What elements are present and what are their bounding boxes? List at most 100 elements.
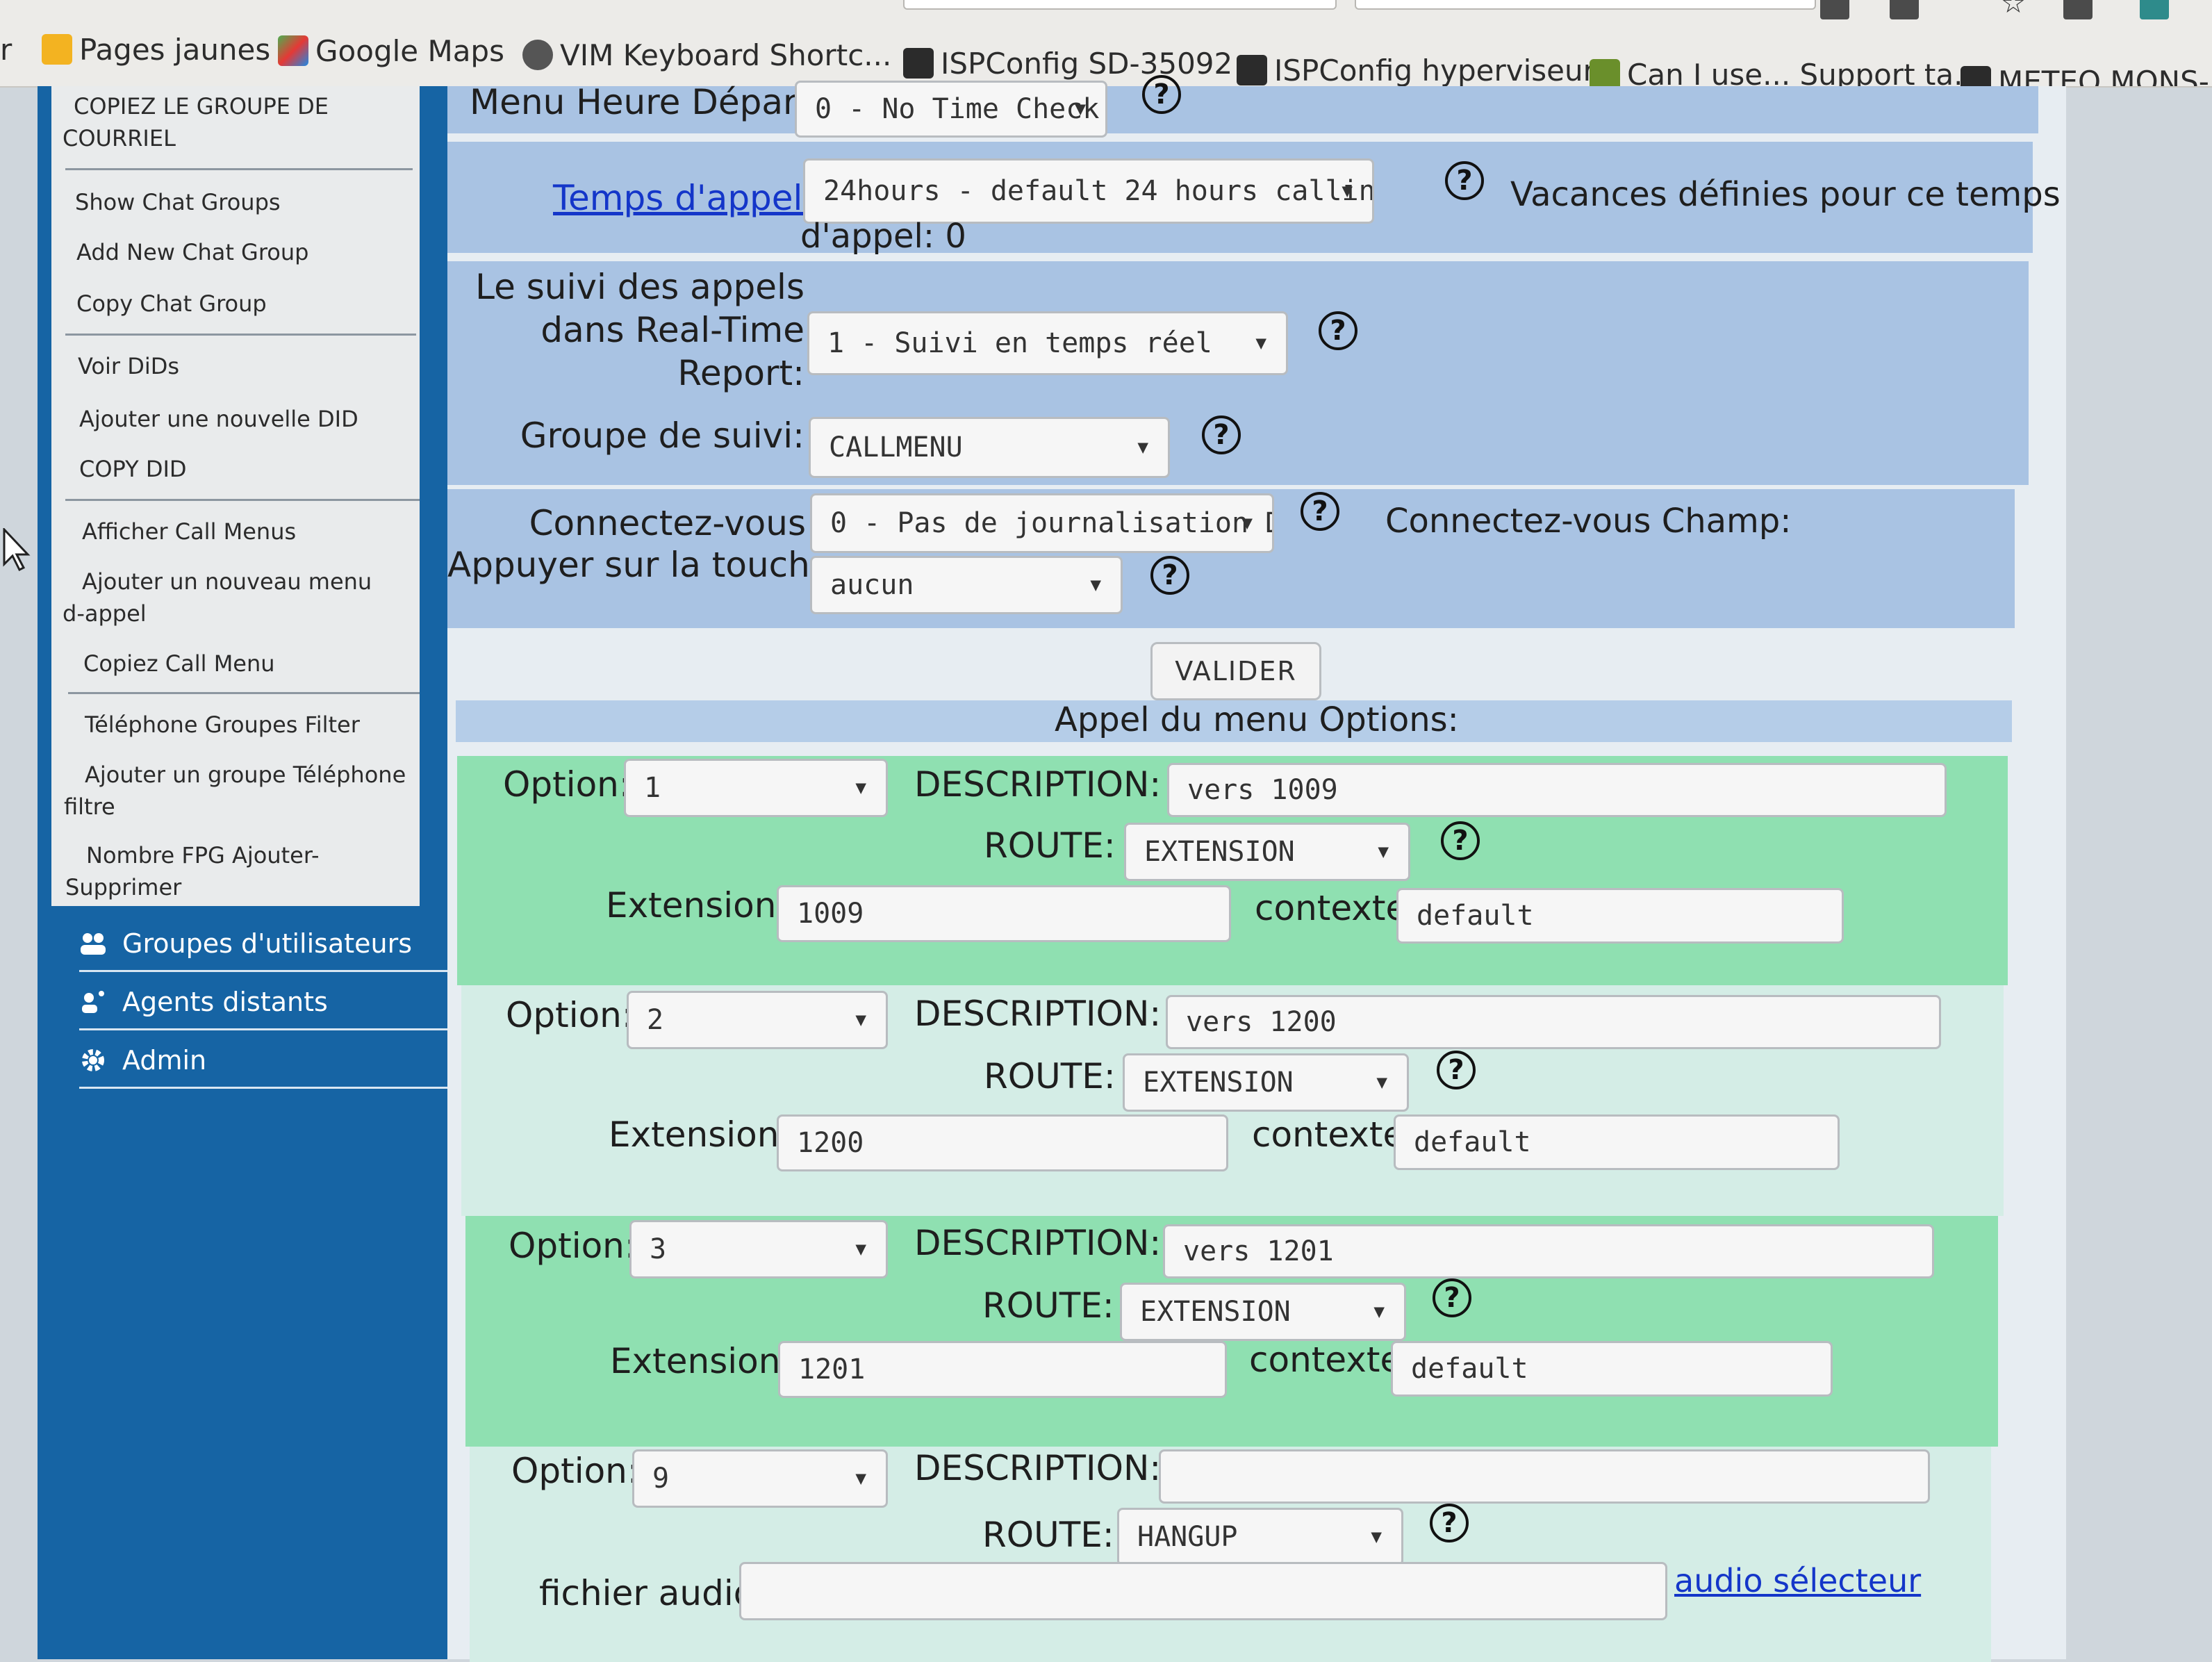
help-icon[interactable]: ? <box>1202 416 1241 454</box>
help-icon[interactable]: ? <box>1430 1504 1469 1542</box>
extension-input[interactable]: 1009 <box>777 885 1231 942</box>
help-icon[interactable]: ? <box>1445 161 1484 200</box>
mouse-cursor-icon <box>3 528 31 572</box>
sidebar-item-copy-did[interactable]: COPY DID <box>79 453 187 485</box>
bookmark-meteo[interactable]: METEO MONS-E <box>1961 57 2212 86</box>
help-icon[interactable]: ? <box>1301 492 1339 531</box>
help-icon[interactable]: ? <box>1142 75 1181 114</box>
gear-icon <box>79 1046 107 1074</box>
sidebar-item-view-dids[interactable]: Voir DiDs <box>78 350 179 382</box>
option-select[interactable]: 2 ▼ <box>627 991 888 1049</box>
route-select[interactable]: EXTENSION ▼ <box>1123 1053 1409 1112</box>
context-input[interactable]: default <box>1394 1114 1840 1170</box>
extension-input[interactable]: 1200 <box>777 1114 1228 1171</box>
context-label: contexte: <box>1249 1340 1414 1380</box>
chevron-down-icon: ▼ <box>855 1239 866 1260</box>
description-input[interactable]: vers 1009 <box>1167 763 1947 817</box>
chevron-down-icon: ▼ <box>1376 1072 1387 1093</box>
log-dtmf-select[interactable]: 0 - Pas de journalisation DTMF ▼ <box>810 493 1274 553</box>
route-select[interactable]: HANGUP ▼ <box>1117 1508 1403 1566</box>
tab-strip-fragment <box>903 0 1337 10</box>
option-select[interactable]: 1 ▼ <box>624 759 888 817</box>
option-select[interactable]: 9 ▼ <box>632 1449 888 1508</box>
extension-label: Extension: <box>606 885 789 925</box>
chevron-down-icon: ▼ <box>855 1010 866 1030</box>
bookmark-vim-shortcuts[interactable]: VIM Keyboard Shortc... <box>522 31 891 79</box>
context-label: contexte: <box>1252 1114 1417 1155</box>
help-icon[interactable]: ? <box>1441 821 1480 860</box>
sidebar-item-add-chat-group[interactable]: Add New Chat Group <box>76 236 308 268</box>
realtime-tracking-label: Le suivi des appels dans Real-Time Repor… <box>475 267 804 393</box>
context-input[interactable]: default <box>1391 1341 1833 1397</box>
sidebar-item-show-chat-groups[interactable]: Show Chat Groups <box>75 186 281 218</box>
help-icon[interactable]: ? <box>1437 1051 1476 1089</box>
nav-admin[interactable]: Admin <box>79 1039 206 1081</box>
nav-divider <box>79 1087 454 1089</box>
call-time-select[interactable]: 24hours - default 24 hours calling ▼ <box>803 158 1374 224</box>
context-label: contexte: <box>1255 888 1419 928</box>
realtime-tracking-select[interactable]: 1 - Suivi en temps réel ▼ <box>807 311 1288 375</box>
sidebar-item-copy-email-group[interactable]: COPIEZ LE GROUPE DE COURRIEL <box>63 90 329 154</box>
sidebar-item-phone-filter-groups[interactable]: Téléphone Groupes Filter <box>85 709 360 741</box>
sidebar-item-add-call-menu[interactable]: Ajouter un nouveau menu d-appel <box>63 566 372 630</box>
option-select[interactable]: 3 ▼ <box>629 1220 888 1278</box>
chevron-down-icon: ▼ <box>1371 1527 1382 1547</box>
ispconfig-icon <box>903 48 934 79</box>
option-label: Option: <box>509 1226 636 1266</box>
sidebar: COPIEZ LE GROUPE DE COURRIEL Show Chat G… <box>38 86 454 1659</box>
bookmark-ispconfig-hyperviseur[interactable]: ISPConfig hyperviseur <box>1237 46 1595 86</box>
route-select[interactable]: EXTENSION ▼ <box>1124 823 1410 881</box>
route-label: ROUTE: <box>982 1285 1114 1326</box>
divider <box>65 168 413 170</box>
sidebar-item-add-phone-filter-group[interactable]: Ajouter un groupe Téléphone filtre <box>64 759 406 823</box>
chevron-down-icon: ▼ <box>1255 333 1266 354</box>
sidebar-item-copy-chat-group[interactable]: Copy Chat Group <box>76 288 267 320</box>
extension-input[interactable]: 1201 <box>778 1341 1227 1398</box>
chevron-down-icon: ▼ <box>855 777 866 798</box>
nav-remote-agents[interactable]: Agents distants <box>79 981 328 1023</box>
holidays-count: d'appel: 0 <box>800 217 966 256</box>
sidebar-item-add-did[interactable]: Ajouter une nouvelle DID <box>79 403 358 435</box>
bookmark-pages-jaunes[interactable]: Pages jaunes <box>42 25 270 74</box>
edit-icon[interactable] <box>1890 0 1919 19</box>
context-input[interactable]: default <box>1396 888 1844 944</box>
menu-time-check-label: Menu Heure Départ: <box>470 82 823 122</box>
call-time-label[interactable]: Temps d'appel: <box>553 178 814 218</box>
bookmark-google-maps[interactable]: Google Maps <box>278 26 504 75</box>
divider <box>65 499 420 501</box>
log-dtmf-label: Connectez-vous <box>529 503 806 543</box>
reader-icon[interactable] <box>2063 0 2093 19</box>
menu-time-check-select[interactable]: 0 - No Time Check ▼ <box>795 81 1107 138</box>
description-input[interactable]: vers 1200 <box>1166 995 1941 1049</box>
star-icon[interactable]: ☆ <box>2001 0 2036 19</box>
extension-icon[interactable] <box>2140 0 2169 19</box>
chevron-down-icon: ▼ <box>1373 1301 1385 1322</box>
sidebar-item-fpg-add-remove[interactable]: Nombre FPG Ajouter- Supprimer <box>65 839 320 903</box>
route-select[interactable]: EXTENSION ▼ <box>1120 1283 1406 1341</box>
pocket-icon[interactable] <box>1820 0 1849 19</box>
bookmarks-toolbar: ☆ r Pages jaunes Google Maps VIM Keyboar… <box>0 0 2212 88</box>
description-label: DESCRIPTION: <box>914 1448 1162 1488</box>
sidebar-item-copy-call-menu[interactable]: Copiez Call Menu <box>83 648 275 680</box>
help-icon[interactable]: ? <box>1150 556 1189 595</box>
description-input[interactable] <box>1159 1449 1930 1504</box>
description-input[interactable]: vers 1201 <box>1163 1224 1934 1278</box>
audio-chooser-link[interactable]: audio sélecteur <box>1674 1562 1921 1599</box>
audio-file-input[interactable] <box>739 1562 1667 1620</box>
caniuse-icon <box>1590 59 1620 86</box>
tracking-group-select[interactable]: CALLMENU ▼ <box>809 417 1170 478</box>
nav-user-groups[interactable]: Groupes d'utilisateurs <box>79 923 412 964</box>
remote-agents-icon <box>79 988 107 1016</box>
sidebar-item-show-call-menus[interactable]: Afficher Call Menus <box>82 516 296 548</box>
help-icon[interactable]: ? <box>1433 1278 1471 1317</box>
chevron-down-icon: ▼ <box>1137 437 1148 458</box>
meteo-icon <box>1961 66 1991 86</box>
description-label: DESCRIPTION: <box>914 1223 1162 1263</box>
bookmark-caniuse[interactable]: Can I use... Support ta... <box>1590 50 1981 86</box>
route-label: ROUTE: <box>984 1056 1116 1096</box>
submit-button[interactable]: VALIDER <box>1150 642 1321 700</box>
option-label: Option: <box>506 995 634 1035</box>
option-label: Option: <box>511 1451 639 1491</box>
help-icon[interactable]: ? <box>1319 311 1357 350</box>
press-key-select[interactable]: aucun ▼ <box>810 556 1123 614</box>
